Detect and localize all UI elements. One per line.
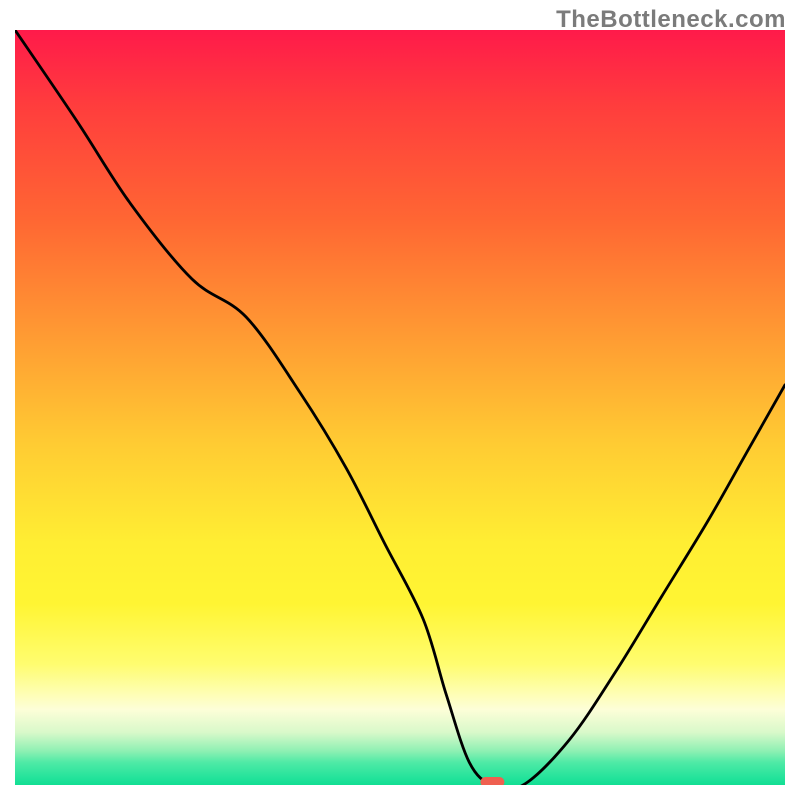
plot-area <box>15 30 785 785</box>
bottleneck-chart: TheBottleneck.com <box>0 0 800 800</box>
minimum-marker <box>480 777 504 785</box>
chart-svg <box>15 30 785 785</box>
bottleneck-curve-line <box>15 30 785 785</box>
